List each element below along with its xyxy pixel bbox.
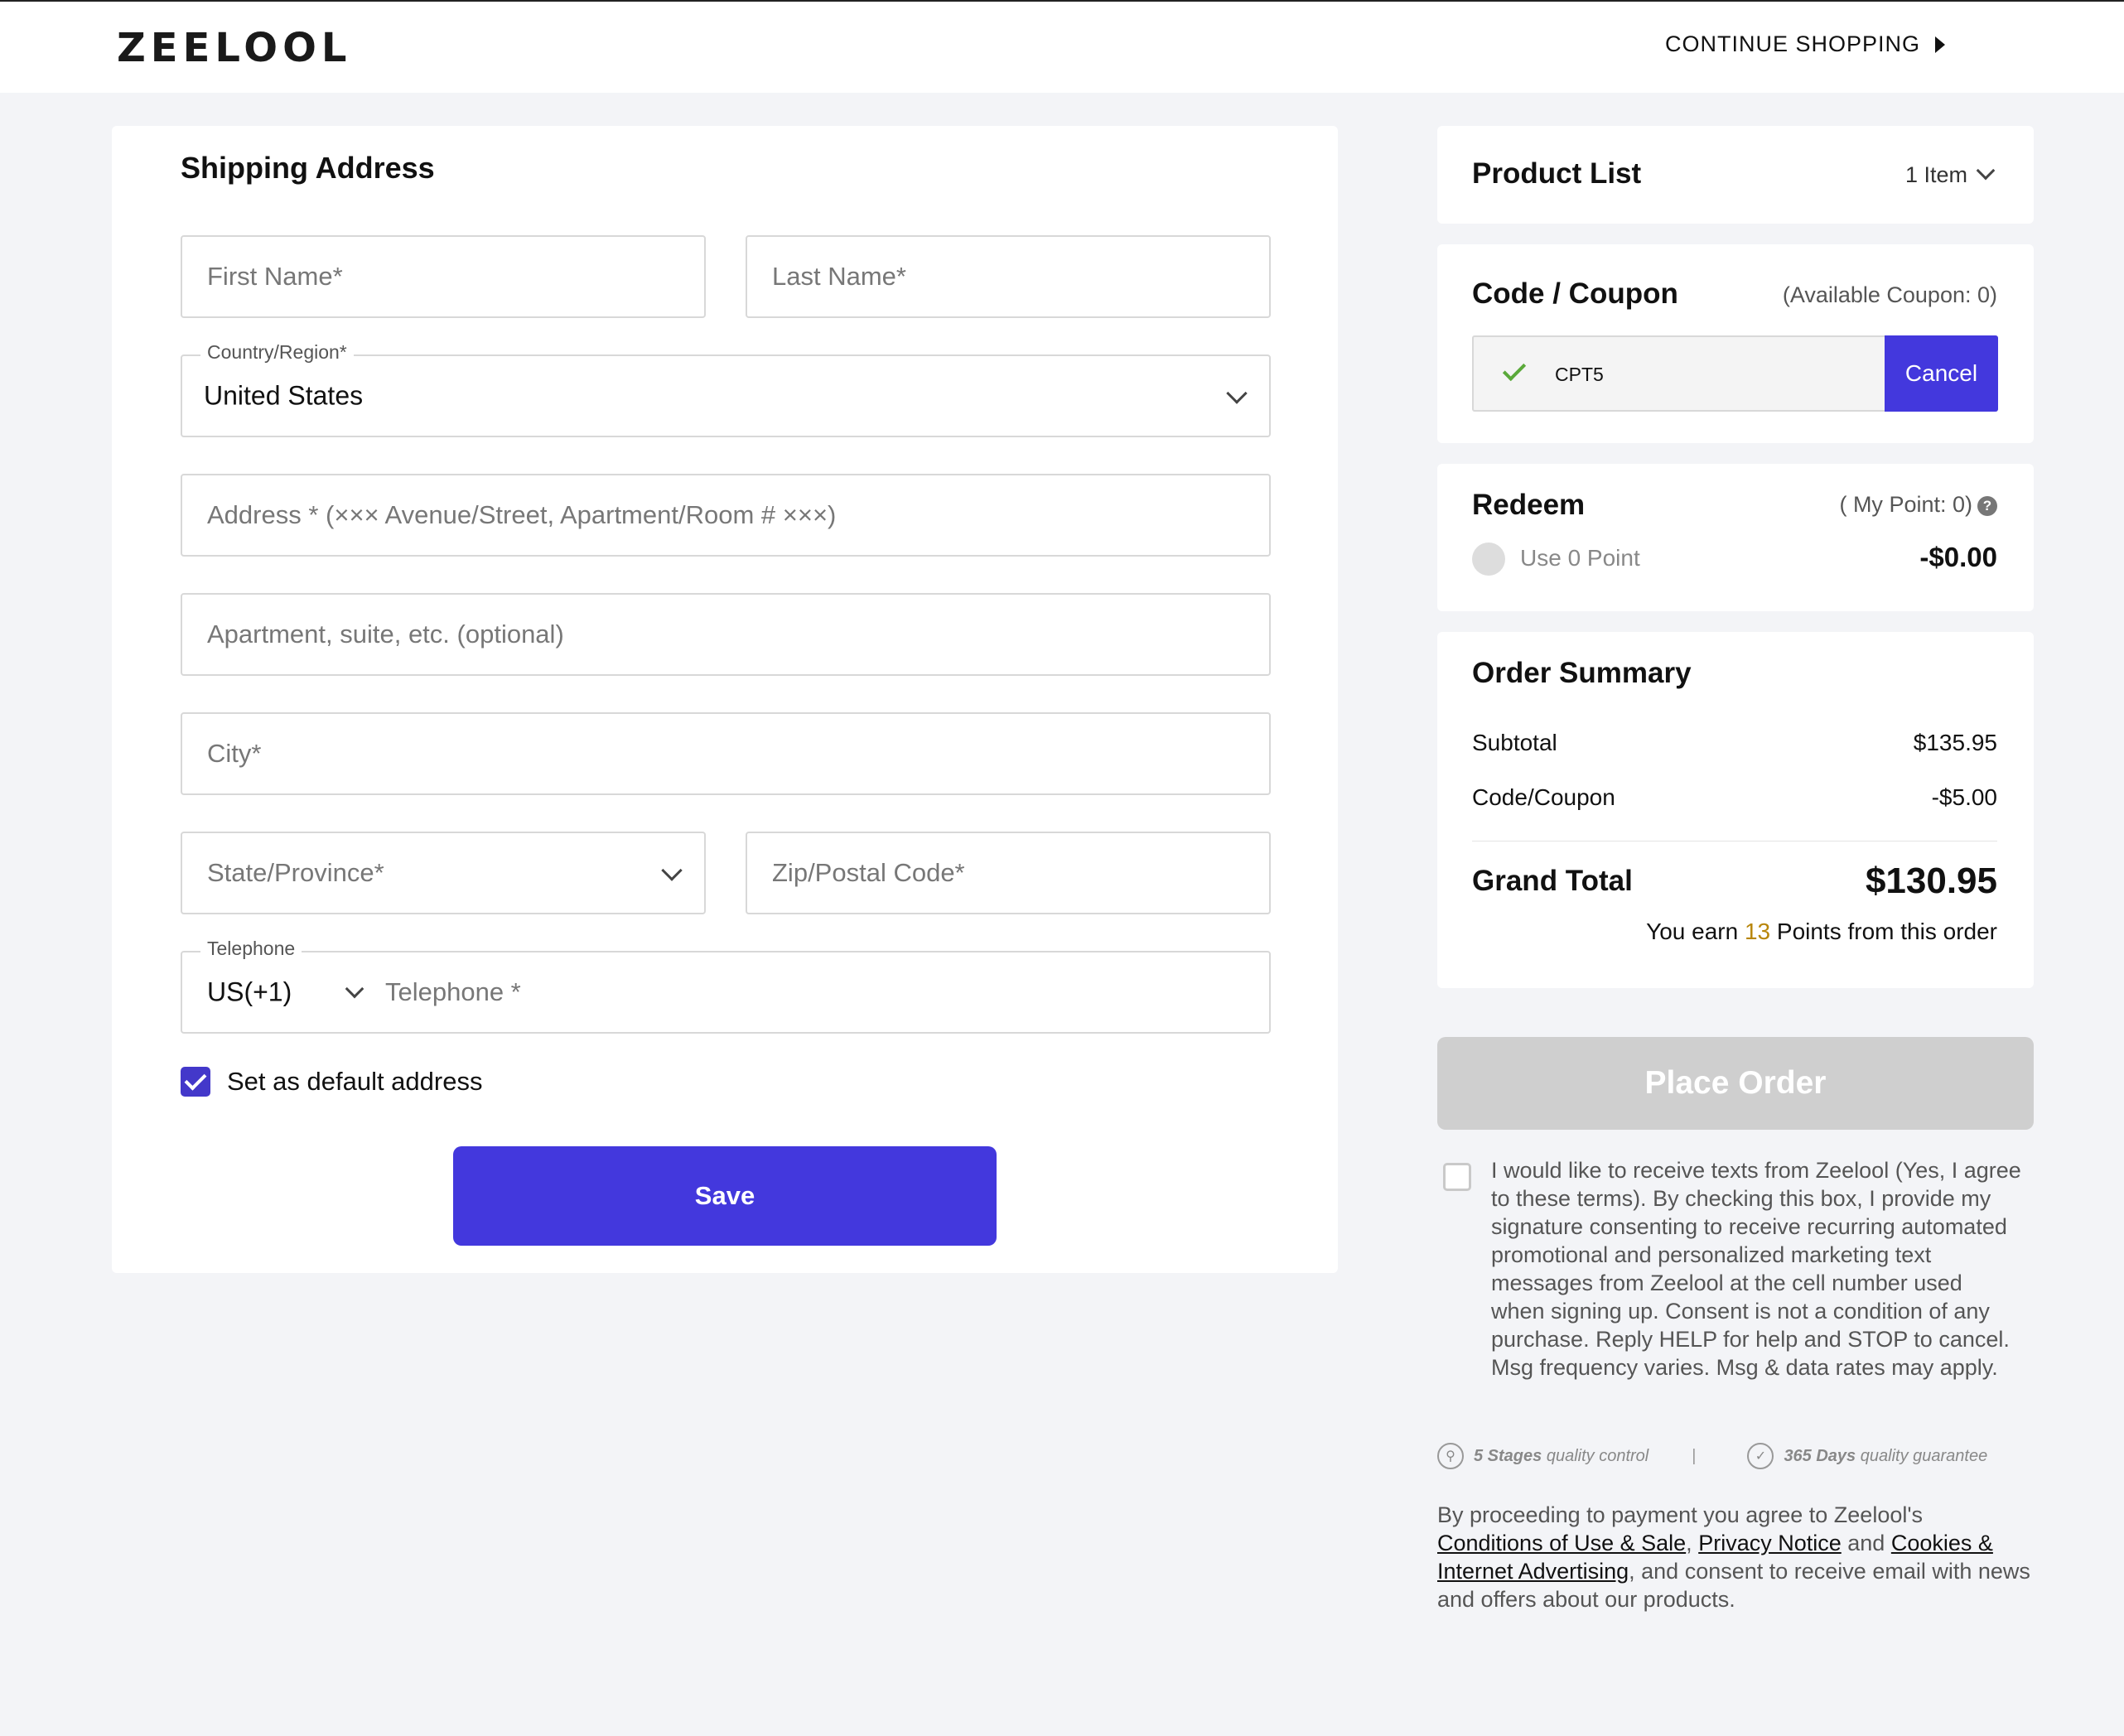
continue-shopping-label: CONTINUE SHOPPING xyxy=(1664,31,1920,56)
coupon-card: Code / Coupon (Available Coupon: 0) CPT5… xyxy=(1437,244,2034,443)
legal-notice: By proceeding to payment you agree to Ze… xyxy=(1437,1501,2034,1613)
days-text: quality guarantee xyxy=(1860,1446,1988,1465)
subtotal-label: Subtotal xyxy=(1472,730,1557,755)
first-name-placeholder: First Name* xyxy=(207,262,343,291)
address-placeholder: Address * (××× Avenue/Street, Apartment/… xyxy=(207,500,837,529)
legal-prefix: By proceeding to payment you agree to Ze… xyxy=(1437,1502,1924,1527)
first-name-field[interactable]: First Name* xyxy=(181,235,706,318)
use-point-label: Use 0 Point xyxy=(1520,545,1640,571)
default-address-checkbox[interactable] xyxy=(181,1067,210,1097)
city-placeholder: City* xyxy=(207,739,262,768)
subtotal-value: $135.95 xyxy=(1913,730,1997,755)
coupon-discount-label: Code/Coupon xyxy=(1472,784,1615,810)
phone-code-select[interactable]: US(+1) xyxy=(207,977,292,1008)
country-label: Country/Region* xyxy=(200,341,354,364)
redeem-amount: -$0.00 xyxy=(1919,542,1997,572)
caret-right-icon xyxy=(1935,36,1945,53)
apartment-field[interactable]: Apartment, suite, etc. (optional) xyxy=(181,593,1271,676)
apartment-placeholder: Apartment, suite, etc. (optional) xyxy=(207,620,564,649)
coupon-title: Code / Coupon xyxy=(1472,277,1678,310)
days-count: 365 Days xyxy=(1784,1446,1856,1465)
save-button[interactable]: Save xyxy=(453,1146,997,1246)
coupon-discount-value: -$5.00 xyxy=(1931,784,1997,810)
stages-text: quality control xyxy=(1546,1446,1649,1465)
top-header: ZEELOOL CONTINUE SHOPPING xyxy=(0,0,2124,93)
last-name-placeholder: Last Name* xyxy=(772,262,906,291)
available-coupon-count: (Available Coupon: 0) xyxy=(1782,282,1997,307)
state-placeholder: State/Province* xyxy=(207,858,384,887)
zip-placeholder: Zip/Postal Code* xyxy=(772,858,965,887)
place-order-button[interactable]: Place Order xyxy=(1437,1037,2034,1130)
coupon-input[interactable]: CPT5 Cancel xyxy=(1472,335,1998,412)
chevron-down-icon xyxy=(345,979,364,999)
use-point-radio[interactable] xyxy=(1472,542,1505,576)
product-list-card[interactable]: Product List 1 Item xyxy=(1437,126,2034,224)
earn-points: 13 xyxy=(1744,919,1771,944)
product-list-title: Product List xyxy=(1472,157,1642,190)
my-point: ( My Point: 0)? xyxy=(1839,492,1997,518)
grand-total-label: Grand Total xyxy=(1472,865,1633,897)
sms-consent-checkbox[interactable] xyxy=(1443,1163,1471,1191)
last-name-field[interactable]: Last Name* xyxy=(746,235,1271,318)
sms-consent-text: I would like to receive texts from Zeelo… xyxy=(1491,1158,2021,1380)
legal-comma: , xyxy=(1686,1531,1692,1555)
subtotal-row: Subtotal $135.95 xyxy=(1472,730,1997,756)
magnifier-icon: ⚲ xyxy=(1437,1443,1464,1469)
chevron-down-icon xyxy=(1226,383,1248,404)
telephone-field[interactable]: Telephone US(+1) Telephone * xyxy=(181,938,1271,1034)
quality-guarantee-badge: ✓ 365 Days quality guarantee xyxy=(1747,1443,1987,1469)
default-address-row[interactable]: Set as default address xyxy=(181,1067,482,1097)
quality-badges: ⚲ 5 Stages quality control | ✓ 365 Days … xyxy=(1437,1443,2034,1469)
grand-total-value: $130.95 xyxy=(1865,861,1997,901)
chevron-down-icon xyxy=(661,860,683,881)
redeem-title: Redeem xyxy=(1472,489,1586,521)
privacy-link[interactable]: Privacy Notice xyxy=(1698,1531,1842,1555)
grand-total-row: Grand Total $130.95 xyxy=(1472,861,1997,902)
cancel-coupon-button[interactable]: Cancel xyxy=(1885,335,1998,412)
state-select[interactable]: State/Province* xyxy=(181,832,706,914)
quality-control-badge: ⚲ 5 Stages quality control xyxy=(1437,1443,1649,1469)
shield-check-icon: ✓ xyxy=(1747,1443,1774,1469)
order-summary-title: Order Summary xyxy=(1472,657,1692,689)
default-address-label: Set as default address xyxy=(227,1067,483,1096)
city-field[interactable]: City* xyxy=(181,712,1271,795)
earn-suffix: Points from this order xyxy=(1776,919,1997,944)
chevron-down-icon[interactable] xyxy=(1976,161,1996,181)
telephone-placeholder: Telephone * xyxy=(385,977,521,1006)
coupon-code-value: CPT5 xyxy=(1555,364,1604,385)
telephone-label: Telephone xyxy=(200,938,302,960)
country-select[interactable]: Country/Region* United States xyxy=(181,341,1271,437)
points-earned-line: You earn 13 Points from this order xyxy=(1646,919,1997,945)
stages-count: 5 Stages xyxy=(1474,1446,1542,1465)
help-icon[interactable]: ? xyxy=(1977,495,1997,516)
redeem-card: Redeem ( My Point: 0)? Use 0 Point -$0.0… xyxy=(1437,464,2034,611)
zeelool-logo[interactable]: ZEELOOL xyxy=(117,25,351,71)
conditions-link[interactable]: Conditions of Use & Sale xyxy=(1437,1531,1686,1555)
earn-prefix: You earn xyxy=(1646,919,1739,944)
shipping-address-title: Shipping Address xyxy=(181,151,435,185)
coupon-discount-row: Code/Coupon -$5.00 xyxy=(1472,784,1997,811)
address-field[interactable]: Address * (××× Avenue/Street, Apartment/… xyxy=(181,474,1271,557)
my-point-text: ( My Point: 0) xyxy=(1839,492,1972,517)
order-summary-card: Order Summary Subtotal $135.95 Code/Coup… xyxy=(1437,632,2034,988)
zip-field[interactable]: Zip/Postal Code* xyxy=(746,832,1271,914)
badge-separator: | xyxy=(1692,1446,1697,1465)
check-icon xyxy=(1502,357,1527,382)
shipping-address-card: Shipping Address First Name* Last Name* … xyxy=(112,126,1338,1273)
legal-and: and xyxy=(1847,1531,1885,1555)
continue-shopping-link[interactable]: CONTINUE SHOPPING xyxy=(1665,31,1945,57)
product-count: 1 Item xyxy=(1904,162,1967,187)
country-value: United States xyxy=(204,380,364,411)
